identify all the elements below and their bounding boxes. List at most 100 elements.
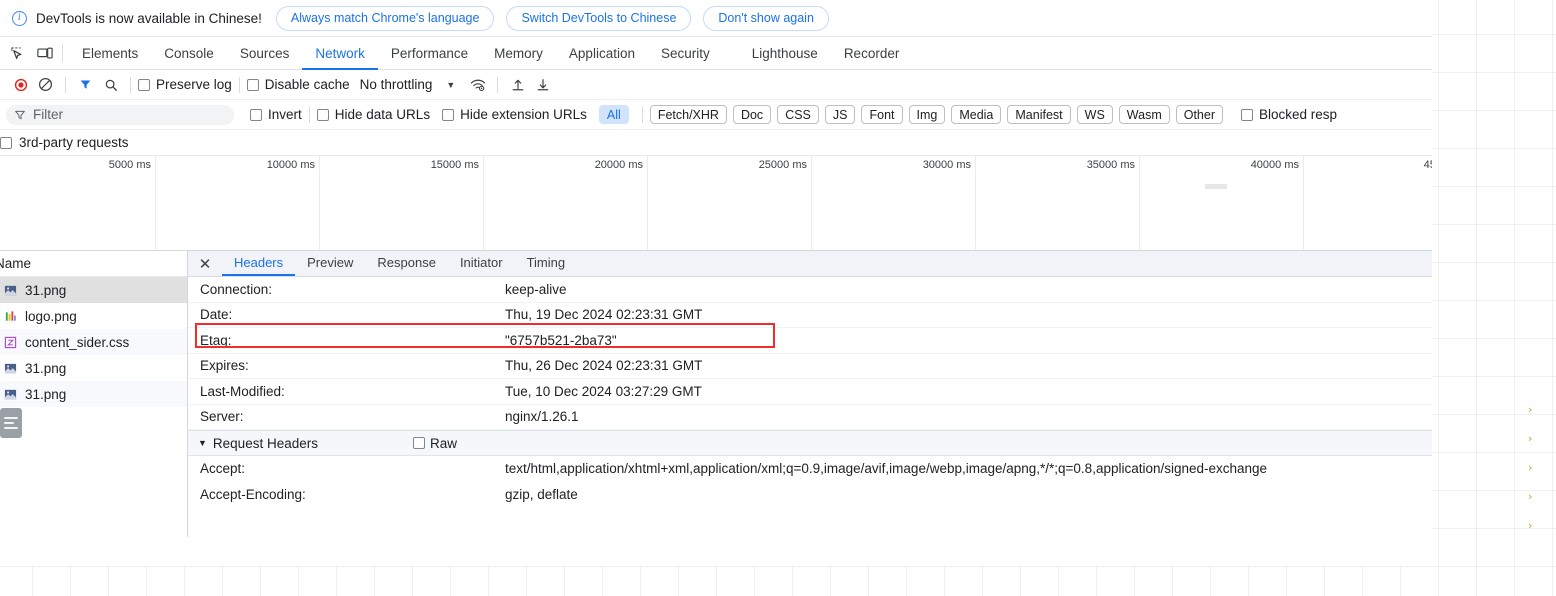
timeline-tick-label: 20000 ms bbox=[594, 159, 643, 171]
type-filter-img[interactable]: Img bbox=[908, 105, 946, 124]
filter-funnel-icon bbox=[15, 110, 25, 119]
switch-to-chinese-button[interactable]: Switch DevTools to Chinese bbox=[506, 5, 692, 31]
search-input[interactable]: Filter bbox=[6, 104, 234, 125]
scrollbar-grip-line bbox=[4, 417, 18, 419]
header-key: Last-Modified: bbox=[200, 383, 285, 399]
timeline-request-bar bbox=[1205, 184, 1227, 189]
third-party-requests-checkbox[interactable]: 3rd-party requests bbox=[0, 130, 1432, 155]
raw-label: Raw bbox=[429, 435, 457, 451]
import-har-icon[interactable] bbox=[505, 72, 530, 97]
tab-performance[interactable]: Performance bbox=[378, 38, 481, 70]
timeline-gridline bbox=[975, 156, 976, 250]
list-item[interactable]: 31.png bbox=[0, 381, 187, 407]
list-item[interactable]: 31.png bbox=[0, 277, 187, 303]
toolbar-divider bbox=[238, 76, 240, 93]
tab-security[interactable]: Security bbox=[648, 38, 723, 70]
header-key: Expires: bbox=[200, 358, 249, 374]
type-filter-fetch-xhr[interactable]: Fetch/XHR bbox=[649, 105, 727, 124]
tab-network[interactable]: Network bbox=[302, 38, 378, 70]
list-item[interactable]: logo.png bbox=[0, 303, 187, 329]
page-chevron-list: › › › › › bbox=[1528, 395, 1556, 540]
tab-initiator[interactable]: Initiator bbox=[448, 251, 515, 276]
chevron-right-icon: › bbox=[1528, 461, 1533, 474]
preserve-log-checkbox[interactable]: Preserve log bbox=[138, 77, 232, 92]
type-filter-js[interactable]: JS bbox=[824, 105, 856, 124]
throttling-select-value[interactable]: No throttling bbox=[360, 77, 433, 92]
always-match-language-button[interactable]: Always match Chrome's language bbox=[275, 5, 495, 31]
header-row: Accept: text/html,application/xhtml+xml,… bbox=[188, 456, 1432, 482]
column-header-name[interactable]: Name bbox=[0, 251, 187, 277]
list-item[interactable]: 31.png bbox=[0, 355, 187, 381]
timeline-gridline bbox=[1139, 156, 1140, 250]
header-row: Accept-Encoding: gzip, deflate bbox=[188, 482, 1432, 508]
tab-console[interactable]: Console bbox=[151, 38, 227, 70]
header-row: Server: nginx/1.26.1 bbox=[188, 405, 1432, 430]
toolbar-divider bbox=[130, 76, 131, 93]
record-stop-icon[interactable] bbox=[8, 72, 33, 97]
disable-cache-checkbox[interactable]: Disable cache bbox=[246, 77, 350, 92]
type-filter-all[interactable]: All bbox=[598, 105, 629, 124]
infobar-message: DevTools is now available in Chinese! bbox=[36, 10, 262, 26]
chevron-down-icon[interactable]: ▼ bbox=[446, 80, 455, 90]
list-item-label: logo.png bbox=[25, 308, 77, 324]
type-filter-media[interactable]: Media bbox=[951, 105, 1002, 124]
hide-data-urls-checkbox[interactable]: Hide data URLs bbox=[316, 107, 430, 122]
triangle-down-icon: ▼ bbox=[198, 438, 207, 448]
request-headers-section-header[interactable]: ▼ Request Headers Raw bbox=[188, 430, 1432, 456]
invert-checkbox[interactable]: Invert bbox=[250, 107, 302, 122]
hide-extension-urls-checkbox[interactable]: Hide extension URLs bbox=[442, 107, 587, 122]
inspect-element-icon[interactable] bbox=[4, 37, 31, 69]
tab-headers[interactable]: Headers bbox=[222, 251, 296, 276]
tab-elements[interactable]: Elements bbox=[69, 38, 151, 70]
header-key: Date: bbox=[200, 307, 233, 323]
tab-recorder[interactable]: Recorder bbox=[831, 38, 913, 70]
detail-tabbar: ✕ Headers Preview Response Initiator Tim… bbox=[188, 251, 1432, 277]
list-item[interactable]: content_sider.css bbox=[0, 329, 187, 355]
stylesheet-file-icon bbox=[4, 336, 17, 349]
tab-sources[interactable]: Sources bbox=[227, 38, 303, 70]
tab-lighthouse[interactable]: Lighthouse bbox=[739, 38, 831, 70]
type-filter-wasm[interactable]: Wasm bbox=[1118, 105, 1170, 124]
close-icon[interactable]: ✕ bbox=[188, 251, 222, 276]
header-value: Tue, 10 Dec 2024 03:27:29 GMT bbox=[505, 383, 702, 399]
filter-funnel-icon[interactable] bbox=[73, 72, 98, 97]
device-toolbar-icon[interactable] bbox=[31, 37, 58, 69]
type-filter-doc[interactable]: Doc bbox=[732, 105, 772, 124]
header-value: Thu, 19 Dec 2024 02:23:31 GMT bbox=[505, 307, 703, 323]
checkbox-box bbox=[246, 78, 259, 91]
type-filter-font[interactable]: Font bbox=[861, 105, 903, 124]
list-item-label: content_sider.css bbox=[25, 334, 130, 350]
request-list: Name 31.png bbox=[0, 251, 188, 537]
scrollbar-grip-line bbox=[4, 427, 18, 429]
timeline-tick-label: 5000 ms bbox=[108, 159, 151, 171]
export-har-icon[interactable] bbox=[530, 72, 555, 97]
wifi-settings-icon[interactable] bbox=[465, 72, 490, 97]
tab-memory[interactable]: Memory bbox=[481, 38, 556, 70]
dont-show-again-button[interactable]: Don't show again bbox=[703, 5, 829, 31]
hide-extension-urls-label: Hide extension URLs bbox=[460, 107, 587, 122]
header-row: Etag: "6757b521-2ba73" bbox=[188, 328, 1432, 354]
type-filter-other[interactable]: Other bbox=[1175, 105, 1223, 124]
checkbox-box bbox=[316, 108, 329, 121]
blocked-responses-checkbox[interactable]: Blocked resp bbox=[1241, 107, 1337, 122]
network-timeline-overview[interactable]: 5000 ms 10000 ms 15000 ms 20000 ms 25000… bbox=[0, 155, 1432, 251]
type-filter-ws[interactable]: WS bbox=[1076, 105, 1113, 124]
third-party-requests-label: 3rd-party requests bbox=[19, 135, 129, 150]
tab-timing[interactable]: Timing bbox=[515, 251, 578, 276]
image-file-icon bbox=[4, 362, 17, 375]
clear-icon[interactable] bbox=[33, 72, 58, 97]
timeline-gridline bbox=[647, 156, 648, 250]
search-icon[interactable] bbox=[98, 72, 123, 97]
header-row: Last-Modified: Tue, 10 Dec 2024 03:27:29… bbox=[188, 379, 1432, 405]
type-filter-manifest[interactable]: Manifest bbox=[1007, 105, 1071, 124]
tab-response[interactable]: Response bbox=[365, 251, 448, 276]
header-value: nginx/1.26.1 bbox=[505, 409, 579, 425]
type-filter-css[interactable]: CSS bbox=[777, 105, 819, 124]
tab-preview[interactable]: Preview bbox=[295, 251, 365, 276]
chevron-right-icon: › bbox=[1528, 432, 1533, 445]
raw-checkbox[interactable]: Raw bbox=[412, 435, 457, 451]
checkbox-box bbox=[250, 108, 262, 121]
tab-application[interactable]: Application bbox=[556, 38, 648, 70]
horizontal-scrollbar-thumb[interactable] bbox=[0, 408, 22, 438]
timeline-tick-label: 30000 ms bbox=[922, 159, 971, 171]
